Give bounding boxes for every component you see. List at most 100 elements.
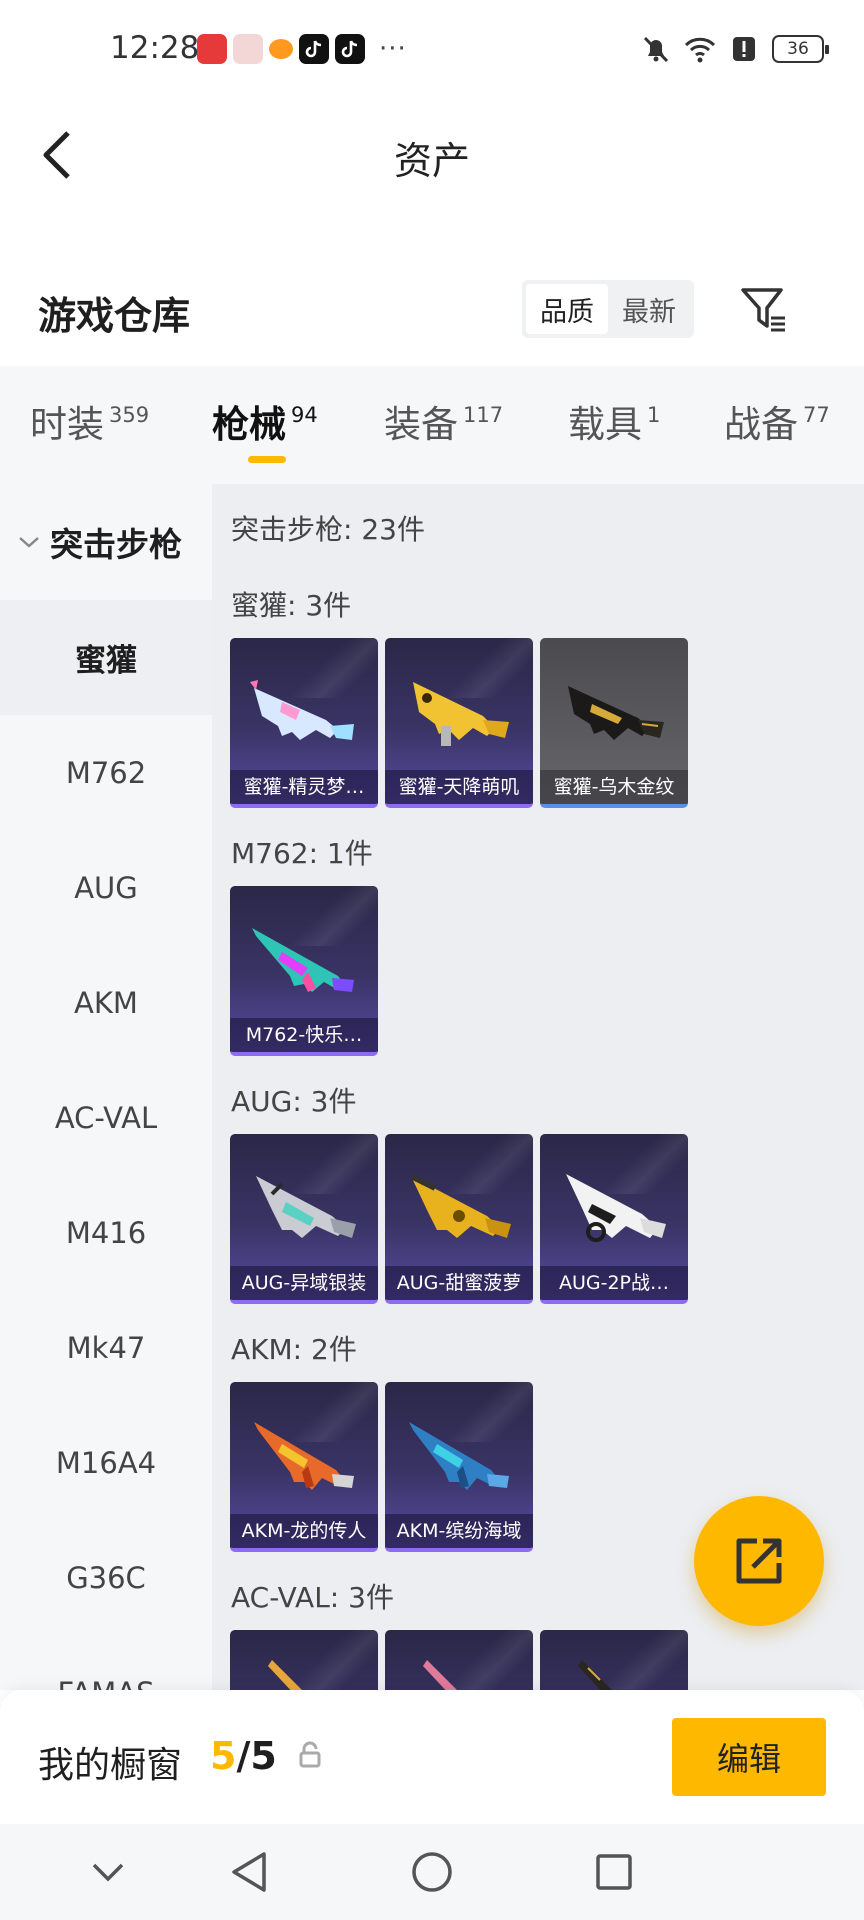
sidebar-item-famas[interactable]: FAMAS [0,1635,212,1691]
tab-label: 时装 [30,403,104,446]
rifle-skin-icon [423,1660,457,1690]
weapon-card[interactable]: AKM-龙的传人 [230,1382,378,1552]
tab-label: 载具 [568,403,642,446]
weapon-card-label: 蜜獾-乌木金纹 [540,770,688,804]
sort-by-quality[interactable]: 品质 [526,284,608,334]
weapon-card[interactable]: AKM-缤纷海域 [385,1382,533,1552]
gift-box-icon [233,34,263,64]
tiktok-icon [335,34,365,64]
sidebar-item-ac-val[interactable]: AC-VAL [0,1060,212,1175]
rifle-skin-icon [252,928,354,992]
filter-button[interactable] [736,280,792,338]
sidebar-item-m16a4[interactable]: M16A4 [0,1405,212,1520]
sidebar-item-m416[interactable]: M416 [0,1175,212,1290]
section-title: AC-VAL: 3件 [231,1581,394,1614]
weapon-card[interactable] [385,1630,533,1690]
weapon-card[interactable]: 蜜獾-精灵梦… [230,638,378,808]
weapon-card[interactable]: 蜜獾-天降萌叽 [385,638,533,808]
sidebar-group-label: 突击步枪 [50,525,182,564]
rifle-skin-icon [413,682,509,746]
tab-count: 1 [647,403,661,427]
rifle-skin-icon [566,1174,666,1242]
category-tab-bar: 时装 359 枪械 94 装备 117 载具 1 战备 77 [0,366,864,484]
showcase-label: 我的橱窗 [38,1745,183,1786]
weapon-card[interactable] [540,1630,688,1690]
rifle-skin-icon [254,1422,354,1490]
lock-icon[interactable] [297,1740,323,1770]
tab-supplies[interactable]: 战备 77 [724,394,830,448]
weapon-card[interactable]: AUG-甜蜜菠萝 [385,1134,533,1304]
showcase-bar: 我的橱窗 5/5 编辑 [0,1690,864,1824]
showcase-count-total: /5 [236,1734,277,1778]
system-nav-bar [0,1824,864,1920]
tab-label: 枪械 [212,403,286,446]
sort-toggle: 品质 最新 [522,280,694,338]
sidebar-item-mk47[interactable]: Mk47 [0,1290,212,1405]
weapon-sidebar: 突击步枪 蜜獾 M762 AUG AKM AC-VAL M416 Mk47 M1… [0,484,212,1690]
weapon-card[interactable]: 蜜獾-乌木金纹 [540,638,688,808]
circle-home-icon [412,1852,452,1892]
weapon-card[interactable]: AUG-异域银装 [230,1134,378,1304]
sort-by-newest[interactable]: 最新 [608,284,690,334]
filter-icon [741,288,785,332]
page-title: 资产 [393,139,470,183]
triangle-back-icon [232,1852,266,1892]
nav-back-button[interactable] [218,1842,278,1902]
status-time: 12:28 [110,30,200,66]
bell-muted-icon [643,36,669,63]
weapon-card-label: AUG-异域银装 [230,1266,378,1300]
rifle-skin-icon [409,1422,509,1490]
tab-count: 359 [109,403,150,427]
chevron-down-icon [19,537,39,548]
status-indicators: 36 [640,34,829,64]
app-header: 资产 [0,104,864,204]
section-title: AKM: 2件 [231,1333,357,1366]
weapon-card-label: M762-快乐… [230,1018,378,1052]
nav-collapse-button[interactable] [78,1842,138,1902]
nav-recents-button[interactable] [584,1842,644,1902]
alert-icon [733,37,755,61]
tiktok-icon [299,34,329,64]
share-external-icon [736,1538,782,1584]
tab-count: 94 [291,403,318,427]
taobao-icon [269,39,293,59]
sidebar-item-m762[interactable]: M762 [0,715,212,830]
weapon-card[interactable]: M762-快乐… [230,886,378,1056]
nav-home-button[interactable] [402,1842,462,1902]
weapon-card[interactable] [230,1630,378,1690]
showcase-count: 5/5 [210,1734,277,1778]
sidebar-item-g36c[interactable]: G36C [0,1520,212,1635]
wifi-icon [684,37,716,63]
rifle-skin-icon [568,686,664,740]
tab-vehicles[interactable]: 载具 1 [568,394,660,448]
edit-button[interactable]: 编辑 [672,1718,826,1796]
tab-count: 77 [803,403,830,427]
tab-firearms[interactable]: 枪械 94 [212,394,318,448]
battery-indicator: 36 [772,35,829,63]
tab-fashion[interactable]: 时装 359 [30,394,149,448]
share-fab-button[interactable] [694,1496,824,1626]
weapon-card-label: AKM-龙的传人 [230,1514,378,1548]
showcase-count-current: 5 [210,1734,237,1778]
sidebar-item-aug[interactable]: AUG [0,830,212,945]
weapon-card-label: 蜜獾-精灵梦… [230,770,378,804]
sidebar-item-akm[interactable]: AKM [0,945,212,1060]
weapon-card-label: AUG-甜蜜菠萝 [385,1266,533,1300]
square-recents-icon [596,1854,632,1890]
rifle-skin-icon [409,1173,511,1238]
category-summary: 突击步枪: 23件 [231,513,425,546]
section-title: M762: 1件 [231,837,373,870]
active-tab-indicator [248,456,286,463]
tab-label: 装备 [384,403,458,446]
sidebar-item-honey-badger[interactable]: 蜜獾 [0,600,212,715]
weapon-card[interactable]: AUG-2P战… [540,1134,688,1304]
rifle-skin-icon [250,680,354,740]
tab-count: 117 [463,403,504,427]
tab-equipment[interactable]: 装备 117 [384,394,503,448]
rifle-skin-icon [256,1176,356,1238]
sidebar-group-assault-rifles[interactable]: 突击步枪 [0,484,212,600]
status-app-icons: ··· [197,34,407,64]
huawei-app-icon [197,34,227,64]
weapon-card-label: AKM-缤纷海域 [385,1514,533,1548]
rifle-skin-icon [578,1660,612,1690]
